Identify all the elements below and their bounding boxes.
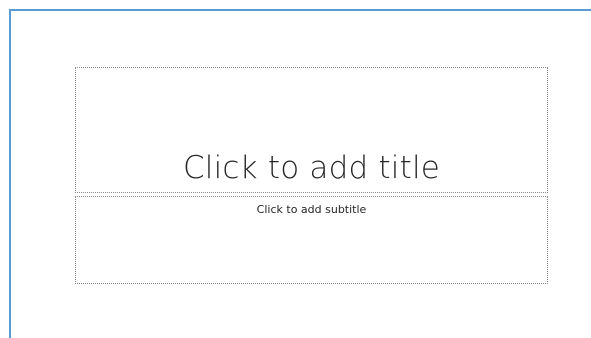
slide-edge-left [9,9,11,338]
title-placeholder-text: Click to add title [182,150,441,186]
slide-canvas[interactable]: Click to add title Click to add subtitle [0,0,591,338]
subtitle-placeholder-text: Click to add subtitle [256,203,367,216]
subtitle-placeholder[interactable]: Click to add subtitle [75,196,548,284]
slide-edge-top [9,9,591,11]
title-placeholder[interactable]: Click to add title [75,67,548,193]
